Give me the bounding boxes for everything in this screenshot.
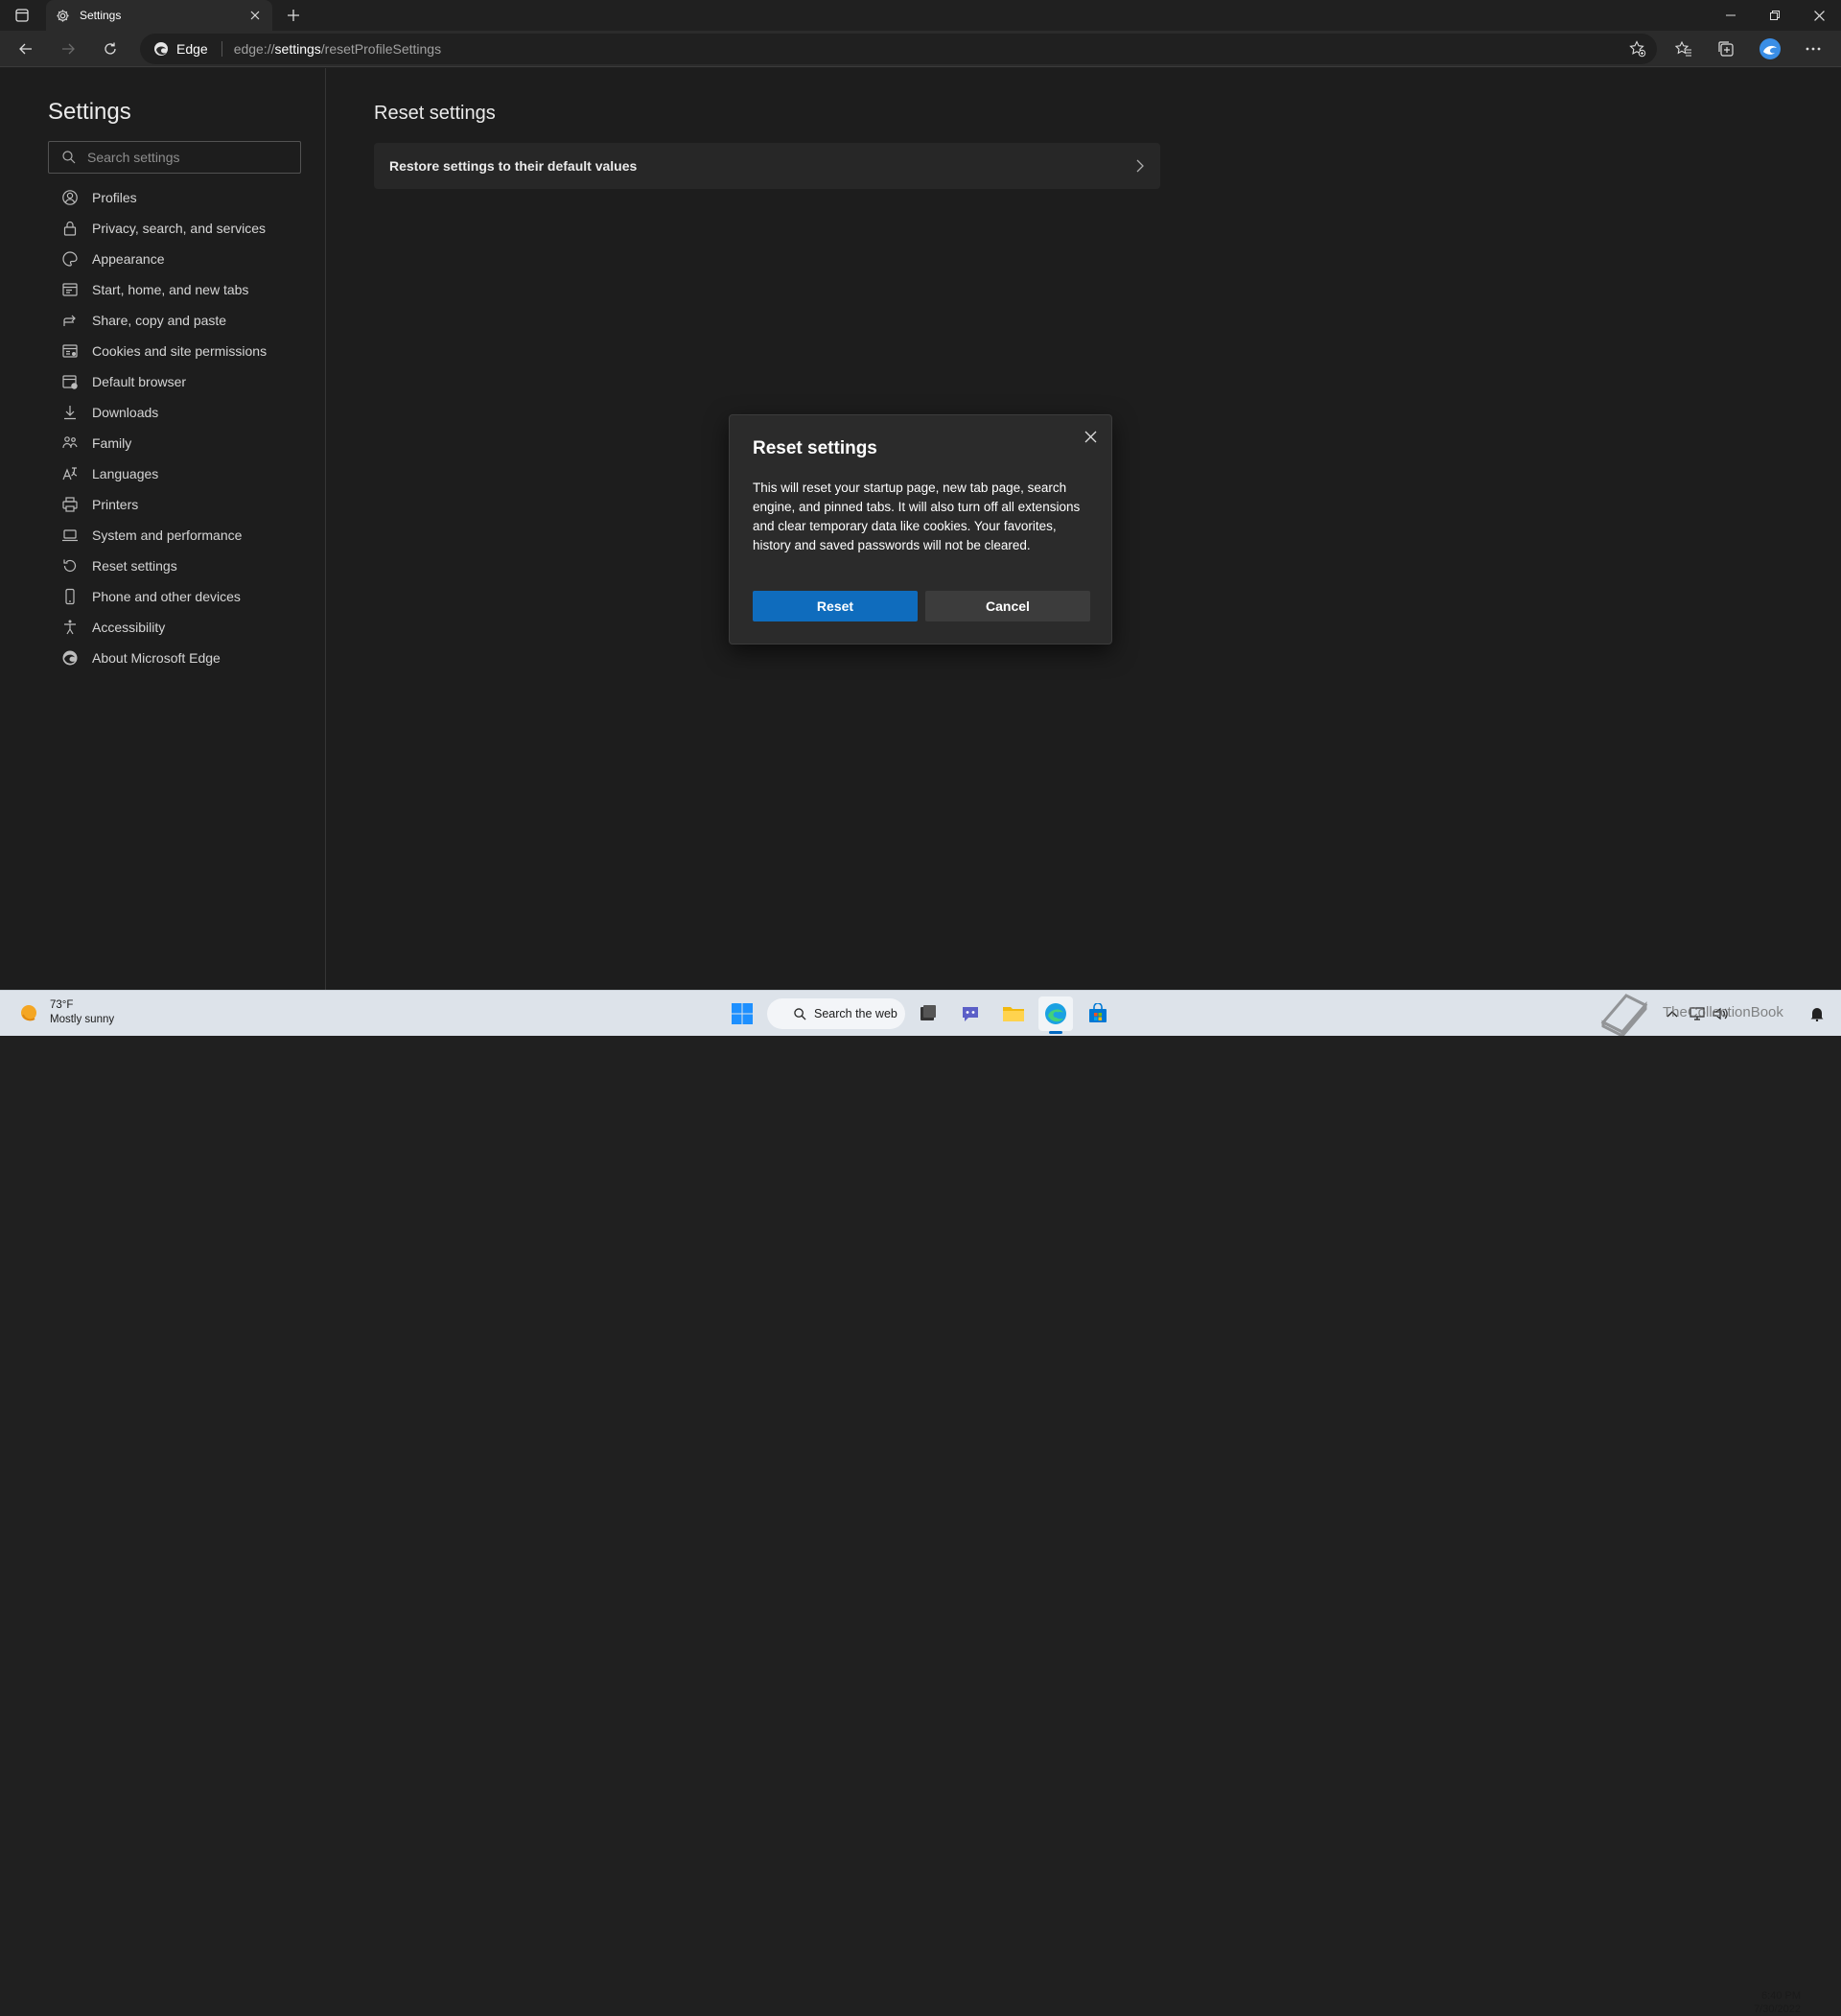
url-host: settings: [274, 41, 321, 57]
notification-icon[interactable]: [1805, 996, 1829, 1031]
favorites-icon[interactable]: [1669, 35, 1698, 63]
close-icon[interactable]: [1079, 425, 1102, 448]
tab-actions-icon[interactable]: [8, 4, 36, 27]
address-divider: [221, 41, 222, 57]
windows-taskbar: 73°F Mostly sunny Search the web 6:40 PM…: [0, 990, 1841, 2015]
close-window-icon[interactable]: [1797, 0, 1841, 31]
back-icon[interactable]: [12, 35, 40, 63]
cancel-button[interactable]: Cancel: [925, 591, 1090, 621]
weather-widget[interactable]: 73°F Mostly sunny: [17, 998, 114, 1027]
edge-taskbar-icon[interactable]: [1038, 996, 1073, 1031]
weather-description: Mostly sunny: [50, 1014, 115, 1025]
taskbar-search-label: Search the web: [814, 1007, 897, 1020]
tab-close-icon[interactable]: [247, 8, 263, 23]
more-options-icon[interactable]: [1799, 35, 1828, 63]
start-icon[interactable]: [725, 996, 759, 1031]
dialog-title: Reset settings: [753, 438, 877, 458]
book-watermark-icon: [1597, 988, 1651, 1036]
task-view-icon[interactable]: [911, 996, 945, 1031]
active-tab[interactable]: Settings: [46, 0, 272, 31]
collections-icon[interactable]: [1712, 35, 1740, 63]
store-icon[interactable]: [1081, 996, 1115, 1031]
minimize-icon[interactable]: [1709, 0, 1753, 31]
new-tab-icon[interactable]: [282, 4, 305, 27]
forward-icon[interactable]: [54, 35, 82, 63]
add-favorite-icon[interactable]: [1626, 37, 1649, 60]
clock-date: 7/30/2022: [1754, 2004, 1801, 2015]
address-bar[interactable]: Edge edge://settings/resetProfileSetting…: [140, 34, 1657, 64]
browser-toolbar: Edge edge://settings/resetProfileSetting…: [0, 31, 1841, 67]
tab-strip: Settings: [0, 0, 1841, 31]
restore-window-icon[interactable]: [1753, 0, 1797, 31]
reset-settings-dialog: Reset settings This will reset your star…: [729, 414, 1112, 645]
sun-cloud-icon: [17, 1001, 40, 1024]
watermark-text: TheCollectionBook: [1663, 1004, 1783, 1020]
url-scheme: edge://: [233, 41, 275, 57]
dialog-message: This will reset your startup page, new t…: [753, 481, 1081, 552]
taskbar-search[interactable]: Search the web: [767, 998, 905, 1029]
url-path: /resetProfileSettings: [320, 41, 442, 57]
edge-logo-icon: [153, 41, 169, 57]
gear-icon: [56, 9, 70, 23]
system-clock[interactable]: 6:40 PM 7/30/2022: [1736, 1989, 1801, 2016]
chat-icon[interactable]: [953, 996, 988, 1031]
clock-time: 6:40 PM: [1761, 1990, 1801, 2002]
active-app-indicator: [1049, 1031, 1062, 1034]
refresh-icon[interactable]: [96, 35, 125, 63]
tab-title: Settings: [80, 9, 122, 22]
file-explorer-icon[interactable]: [996, 996, 1031, 1031]
site-identity-label: Edge: [176, 41, 208, 57]
search-icon: [794, 1007, 806, 1020]
weather-temp: 73°F: [50, 999, 74, 1011]
reset-button[interactable]: Reset: [753, 591, 918, 621]
profile-avatar-icon[interactable]: [1756, 35, 1784, 63]
